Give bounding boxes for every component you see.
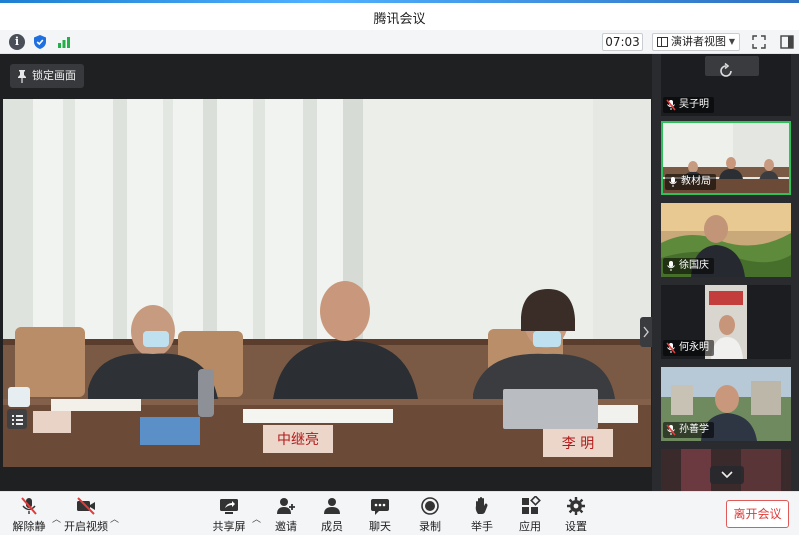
bottom-bar: 解除静音 ︿ 开启视频 ︿ 共享屏幕 ︿ 邀请 成员(16) [0,491,799,535]
participant-tile[interactable]: 吴子明 [661,54,791,116]
settings-label: 设置 [565,520,587,533]
participant-name: 徐国庆 [679,260,709,271]
mic-muted-icon [21,497,37,515]
participant-label: 徐国庆 [663,258,714,274]
invite-button[interactable]: 邀请 [272,496,300,534]
gear-icon [567,497,585,515]
meeting-timer: 07:03 [602,33,643,51]
participant-list-button[interactable] [7,409,27,429]
main-stage: 锁定画面 中继亮 李 明 [0,54,652,491]
speaker-video: 中继亮 李 明 [3,99,651,467]
participant-tile[interactable]: 孙善学 [661,367,791,441]
start-video-label: 开启视频 [64,520,108,533]
nameplate-left: 中继亮 [277,431,319,448]
apps-label: 应用 [519,520,541,533]
participant-name: 教材局 [681,176,711,187]
view-mode-select[interactable]: 演讲者视图 ▼ [652,33,740,51]
raise-hand-button[interactable]: 举手 [468,496,496,534]
chat-icon [371,499,389,515]
mic-options-caret[interactable]: ︿ [52,512,61,525]
view-mode-label: 演讲者视图 [671,35,726,48]
sidebar-toggle-icon[interactable] [779,34,795,50]
participant-tile-active[interactable]: 教材局 [661,121,791,195]
record-label: 录制 [419,520,441,533]
mic-icon [667,261,675,271]
participant-label: 教材局 [665,174,716,190]
top-toolbar: i 07:03 演讲者视图 ▼ [0,30,799,54]
participant-label: 何永明 [663,340,714,356]
window-title: 腾讯会议 [373,12,426,27]
list-icon [12,415,23,425]
leave-meeting-button[interactable]: 离开会议 [726,500,789,528]
refresh-icon [720,62,732,77]
mic-muted-icon [666,99,676,111]
chevron-right-icon [643,326,649,338]
start-video-button[interactable]: 开启视频 [64,496,108,534]
share-screen-icon [220,499,238,514]
nameplate-right: 李 明 [562,436,594,452]
apps-button[interactable]: 应用 [516,496,544,534]
chat-label: 聊天 [369,520,391,533]
lock-view-button[interactable]: 锁定画面 [10,64,84,88]
record-button[interactable]: 录制 [416,496,444,534]
participant-label: 孙善学 [663,422,714,438]
unmute-button[interactable]: 解除静音 [8,496,50,535]
video-options-caret[interactable]: ︿ [110,512,119,525]
title-accent-bar [0,0,799,3]
info-icon[interactable]: i [9,34,25,50]
unmute-label: 解除静音 [12,520,46,533]
shield-icon[interactable] [32,34,48,50]
settings-button[interactable]: 设置 [562,496,590,534]
participant-label: 吴子明 [663,97,714,113]
invite-label: 邀请 [275,520,297,533]
members-button[interactable]: 成员(16) [310,496,354,535]
members-label: 成员(16) [321,520,344,535]
mic-muted-icon [666,424,676,436]
apps-icon [522,496,541,514]
participant-tile[interactable]: 徐国庆 [661,203,791,277]
participant-name: 吴子明 [679,99,709,110]
lock-view-label: 锁定画面 [32,69,76,82]
participant-name: 何永明 [679,342,709,353]
layout-grid-icon [657,37,668,47]
video-off-icon [77,497,95,515]
members-icon [324,498,340,514]
share-screen-label: 共享屏幕 [212,520,246,533]
pin-icon [18,70,26,83]
title-bar: 腾讯会议 [0,0,799,30]
network-signal-icon[interactable] [56,34,72,50]
share-screen-button[interactable]: 共享屏幕 [208,496,250,535]
participants-panel: 吴子明 教材局 徐国庆 何永明 孙善学 [652,54,799,491]
mic-muted-icon [666,342,676,354]
chevron-down-icon [721,471,733,479]
caret-down-icon: ▼ [728,37,735,46]
fullscreen-icon[interactable] [751,34,767,50]
add-user-icon [277,498,295,514]
record-icon [421,497,439,515]
raise-hand-label: 举手 [471,520,493,533]
scroll-down-button[interactable] [710,466,744,484]
participant-tile[interactable]: 何永明 [661,285,791,359]
hand-icon [475,497,488,514]
mic-icon [669,177,677,187]
chat-button[interactable]: 聊天 [366,496,394,534]
share-options-caret[interactable]: ︿ [252,512,261,525]
participant-name: 孙善学 [679,424,709,435]
collapse-panel-button[interactable] [640,317,652,347]
